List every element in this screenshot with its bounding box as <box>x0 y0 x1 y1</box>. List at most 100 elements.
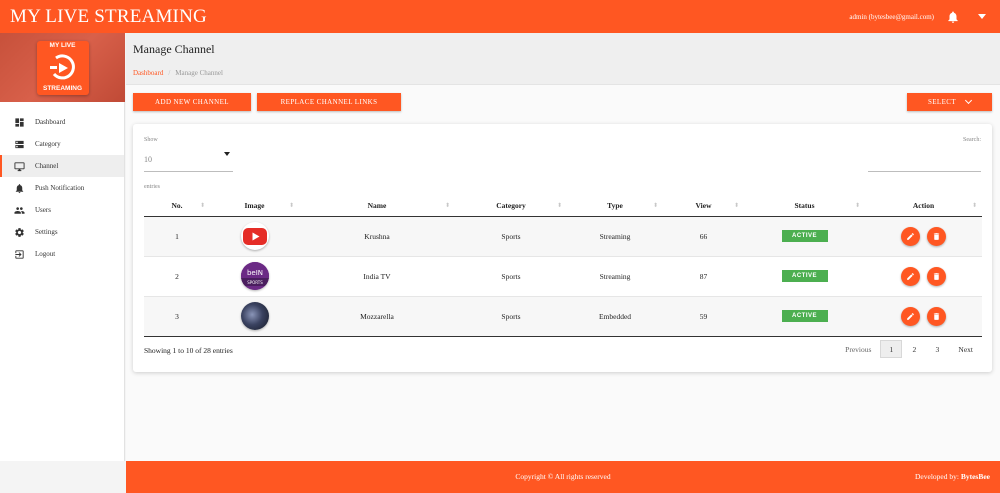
cell-type: Embedded <box>567 296 663 337</box>
cell-no: 2 <box>144 256 210 297</box>
pagination-previous[interactable]: Previous <box>841 340 875 358</box>
app-logo[interactable]: MY LIVE STREAMING <box>36 40 89 95</box>
bein-sports-logo-icon: beIN SPORTS <box>240 262 269 290</box>
chevron-down-icon <box>964 96 973 105</box>
column-header-label: Image <box>244 201 265 211</box>
entries-per-page-select[interactable]: 10 <box>144 148 233 172</box>
caret-down-icon[interactable] <box>978 14 986 19</box>
edit-button[interactable] <box>900 226 920 246</box>
planet-image-thumbnail[interactable] <box>240 302 269 330</box>
column-header-label: View <box>695 201 712 211</box>
cell-image <box>210 296 299 337</box>
column-header-image[interactable]: Image ⬍ <box>210 196 299 217</box>
select-dropdown-button[interactable]: SELECT <box>907 93 992 111</box>
add-new-channel-button[interactable]: ADD NEW CHANNEL <box>133 93 251 111</box>
users-icon <box>14 206 25 214</box>
status-badge[interactable]: ACTIVE <box>781 230 828 242</box>
cell-name: India TV <box>299 256 455 297</box>
cell-image <box>210 216 299 257</box>
sidebar: MY LIVE STREAMING Dashboard Category Cha… <box>0 33 125 461</box>
sidebar-item-push-notification[interactable]: Push Notification <box>0 177 124 199</box>
logo-text-bottom: STREAMING <box>43 85 82 92</box>
column-header-status[interactable]: Status ⬍ <box>744 196 865 217</box>
breadcrumb: Dashboard / Manage Channel <box>133 69 1000 77</box>
delete-button[interactable] <box>927 266 947 286</box>
dropdown-arrow-icon <box>224 152 230 156</box>
dashboard-icon <box>15 117 24 127</box>
top-bar: MY LIVE STREAMING admin (bytesbee@gmail.… <box>0 0 1000 33</box>
status-badge[interactable]: ACTIVE <box>781 310 828 322</box>
entries-label: entries <box>144 184 160 190</box>
cell-type: Streaming <box>567 256 663 297</box>
pagination-page-3[interactable]: 3 <box>926 340 948 358</box>
sidebar-item-label: Settings <box>35 228 58 236</box>
admin-account[interactable]: admin (bytesbee@gmail.com) <box>849 13 934 21</box>
edit-button[interactable] <box>900 266 920 286</box>
bell-icon <box>15 183 24 193</box>
delete-button[interactable] <box>927 306 947 326</box>
search-input[interactable] <box>868 150 981 172</box>
sidebar-item-settings[interactable]: Settings <box>0 221 124 243</box>
sidebar-item-users[interactable]: Users <box>0 199 124 221</box>
delete-button[interactable] <box>927 226 947 246</box>
logo-area: MY LIVE STREAMING <box>0 33 125 102</box>
cell-view: 59 <box>663 296 744 337</box>
breadcrumb-dashboard[interactable]: Dashboard <box>133 69 163 77</box>
sidebar-item-logout[interactable]: Logout <box>0 243 124 265</box>
cell-status: ACTIVE <box>744 216 865 257</box>
sidebar-item-channel[interactable]: Channel <box>0 155 124 177</box>
column-header-type[interactable]: Type ⬍ <box>567 196 663 217</box>
column-header-no[interactable]: No. ⬍ <box>144 196 210 217</box>
cell-type: Streaming <box>567 216 663 257</box>
cell-action <box>865 216 982 257</box>
column-header-action[interactable]: Action ⬍ <box>865 196 982 217</box>
trash-icon <box>934 232 940 240</box>
sidebar-item-label: Logout <box>35 250 56 258</box>
pencil-icon <box>906 272 914 280</box>
youtube-logo-thumbnail[interactable] <box>240 222 269 250</box>
bein-sports-logo-thumbnail[interactable]: beIN SPORTS <box>240 262 269 290</box>
cell-name: Krushna <box>299 216 455 257</box>
pagination-next[interactable]: Next <box>954 340 977 358</box>
sidebar-item-category[interactable]: Category <box>0 133 124 155</box>
column-header-label: Name <box>367 201 387 211</box>
logo-text-top: MY LIVE <box>49 41 76 49</box>
bell-icon[interactable] <box>946 10 960 24</box>
svg-text:beIN: beIN <box>246 269 262 277</box>
cell-name: Mozzarella <box>299 296 455 337</box>
cell-category: Sports <box>455 216 567 257</box>
cell-no: 3 <box>144 296 210 337</box>
pagination-info: Showing 1 to 10 of 28 entries <box>144 346 233 355</box>
pagination-page-2[interactable]: 2 <box>903 340 925 358</box>
select-label: SELECT <box>927 98 957 106</box>
footer: Copyright © All rights reserved Develope… <box>126 461 1000 493</box>
sort-icon: ⬍ <box>652 203 658 209</box>
play-logo-icon <box>49 53 75 79</box>
sidebar-item-label: Category <box>35 140 61 148</box>
column-header-name[interactable]: Name ⬍ <box>299 196 455 217</box>
cell-category: Sports <box>455 296 567 337</box>
cell-status: ACTIVE <box>744 296 865 337</box>
column-header-view[interactable]: View ⬍ <box>663 196 744 217</box>
edit-button[interactable] <box>900 306 920 326</box>
category-icon <box>15 140 24 148</box>
sidebar-item-label: Dashboard <box>35 118 66 126</box>
pagination-page-1[interactable]: 1 <box>880 340 903 358</box>
status-badge[interactable]: ACTIVE <box>781 270 828 282</box>
column-header-label: Type <box>607 201 623 211</box>
breadcrumb-current: Manage Channel <box>175 69 223 77</box>
replace-channel-links-button[interactable]: REPLACE CHANNEL LINKS <box>257 93 401 111</box>
page-title: Manage Channel <box>133 42 215 56</box>
app-title[interactable]: MY LIVE STREAMING <box>0 6 849 28</box>
pencil-icon <box>906 232 914 240</box>
channel-table-card: Show 10 entries Search: No. ⬍ Image ⬍ Name… <box>133 124 992 372</box>
cell-image: beIN SPORTS <box>210 256 299 297</box>
developer-name[interactable]: BytesBee <box>961 472 990 481</box>
trash-icon <box>934 312 940 320</box>
column-header-category[interactable]: Category ⬍ <box>455 196 567 217</box>
sidebar-item-dashboard[interactable]: Dashboard <box>0 111 124 133</box>
page-header: Manage Channel Dashboard / Manage Channel <box>126 33 1000 85</box>
developer-credit: Developed by: BytesBee <box>915 472 990 481</box>
sort-icon: ⬍ <box>444 203 450 209</box>
table-row: 2 beIN SPORTS India TV Sports Streaming 8… <box>144 256 982 297</box>
